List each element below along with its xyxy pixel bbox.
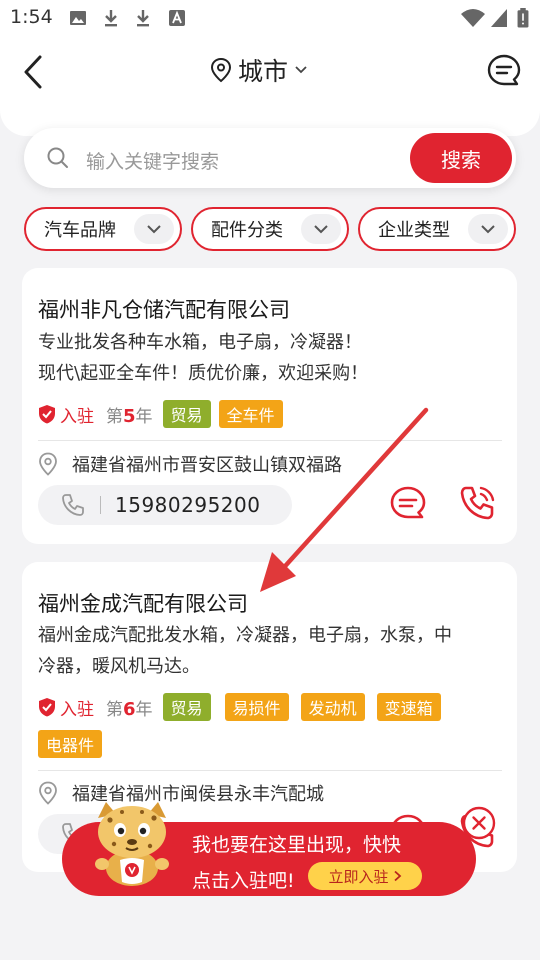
message-icon[interactable] <box>486 53 522 89</box>
tag: 发动机 <box>300 693 365 721</box>
verified-label: 入驻 <box>60 406 94 427</box>
chevron-down-icon <box>295 66 307 74</box>
phone-pill[interactable]: 15980295200 <box>38 485 292 525</box>
separator <box>100 496 101 514</box>
location-pin-icon <box>39 452 57 476</box>
font-icon <box>169 10 185 26</box>
location-pin-icon <box>210 57 232 83</box>
close-icon[interactable] <box>462 806 496 840</box>
status-time: 1:54 <box>10 6 53 28</box>
download-icon <box>105 10 117 27</box>
tag: 变速箱 <box>376 693 441 721</box>
chevron-down-icon <box>301 214 341 244</box>
tag: 全车件 <box>218 400 283 428</box>
phone-call-icon[interactable] <box>458 484 498 524</box>
city-label: 城市 <box>238 57 289 86</box>
promo-text-line2: 点击入驻吧! <box>192 870 295 892</box>
image-icon <box>70 11 86 25</box>
company-desc-line: 现代\起亚全车件！质优价廉，欢迎采购！ <box>38 363 369 384</box>
filter-label: 配件分类 <box>211 220 283 241</box>
tag: 易损件 <box>224 693 289 721</box>
filter-part-category[interactable]: 配件分类 <box>191 207 349 251</box>
company-name[interactable]: 福州非凡仓储汽配有限公司 <box>38 294 290 324</box>
signal-icon <box>491 9 507 27</box>
chevron-down-icon <box>134 214 174 244</box>
company-badges: 入驻 第5年 贸易 全车件 <box>38 400 283 428</box>
tag: 电器件 <box>38 730 103 758</box>
verified-label: 入驻 <box>60 699 94 720</box>
company-desc-line: 福州金成汽配批发水箱，冷凝器，电子扇，水泵，中 <box>38 625 452 646</box>
wifi-icon <box>461 9 485 27</box>
shield-check-icon <box>39 698 55 717</box>
divider <box>38 440 502 441</box>
years-badge: 第6年 <box>106 698 153 720</box>
tag: 贸易 <box>162 400 211 428</box>
join-now-button[interactable]: 立即入驻 <box>308 862 422 890</box>
company-desc-line: 专业批发各种车水箱，电子扇，冷凝器！ <box>38 332 362 353</box>
company-address: 福建省福州市晋安区鼓山镇双福路 <box>72 455 342 476</box>
divider <box>38 770 502 771</box>
chevron-down-icon <box>468 214 508 244</box>
city-selector[interactable]: 城市 <box>210 52 308 88</box>
shield-check-icon <box>39 405 55 424</box>
chevron-right-icon <box>393 870 401 882</box>
search-button[interactable]: 搜索 <box>410 133 512 183</box>
filter-label: 汽车品牌 <box>44 220 116 241</box>
filter-car-brand[interactable]: 汽车品牌 <box>24 207 182 251</box>
company-name[interactable]: 福州金成汽配有限公司 <box>38 588 248 618</box>
years-badge: 第5年 <box>106 405 153 427</box>
location-pin-icon <box>39 781 57 805</box>
company-desc-line: 冷器，暖风机马达。 <box>38 656 200 677</box>
filter-label: 企业类型 <box>378 220 450 241</box>
leopard-mascot-icon <box>95 802 169 886</box>
phone-number: 15980295200 <box>115 493 261 517</box>
company-badges: 入驻 第6年 贸易 易损件 发动机 变速箱 <box>38 693 441 721</box>
search-icon <box>47 147 68 168</box>
join-now-label: 立即入驻 <box>328 867 389 886</box>
battery-icon <box>517 8 529 28</box>
promo-text-line1: 我也要在这里出现，快快 <box>192 834 402 856</box>
download-icon <box>137 10 149 27</box>
back-icon[interactable] <box>18 53 50 91</box>
tag: 贸易 <box>162 693 211 721</box>
search-input[interactable]: 输入关键字搜索 <box>86 147 219 174</box>
filter-company-type[interactable]: 企业类型 <box>358 207 516 251</box>
chat-icon[interactable] <box>388 484 428 524</box>
phone-icon <box>62 494 84 516</box>
